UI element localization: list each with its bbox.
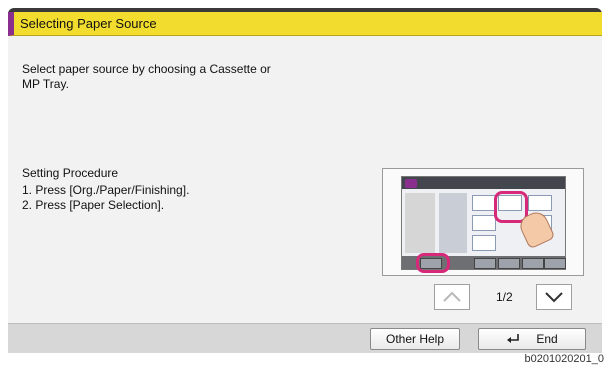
screen-button	[544, 258, 566, 269]
intro-text: Select paper source by choosing a Casset…	[22, 62, 271, 91]
touch-panel-screen	[401, 176, 566, 273]
screen-button	[522, 258, 544, 269]
highlight-org-paper-finishing	[416, 253, 450, 273]
page-down-button[interactable]	[536, 284, 572, 310]
screen-button	[498, 258, 520, 269]
screen-tile	[472, 215, 496, 231]
image-code: b0201020201_0	[524, 353, 604, 365]
title-bar: Selecting Paper Source	[8, 12, 602, 36]
screen-settings-panel	[439, 193, 467, 253]
procedure-heading: Setting Procedure	[22, 166, 119, 180]
help-content: Select paper source by choosing a Casset…	[8, 36, 602, 323]
procedure-steps: 1. Press [Org./Paper/Finishing]. 2. Pres…	[22, 183, 189, 213]
window-title: Selecting Paper Source	[20, 16, 157, 31]
screen-logo-icon	[405, 179, 417, 188]
page-up-button[interactable]	[434, 284, 470, 310]
screen-tile	[472, 235, 496, 251]
screen-tile	[472, 195, 496, 211]
page-indicator: 1/2	[496, 290, 513, 304]
screen-header	[402, 177, 565, 189]
procedure-step: 1. Press [Org./Paper/Finishing].	[22, 183, 190, 197]
screen-tile	[528, 195, 552, 211]
end-button[interactable]: End	[478, 328, 586, 350]
chevron-up-icon	[443, 291, 461, 302]
footer-bar: Other Help End	[8, 323, 602, 353]
other-help-label: Other Help	[385, 332, 445, 346]
procedure-step: 2. Press [Paper Selection].	[22, 198, 165, 212]
end-label: End	[536, 332, 558, 346]
other-help-button[interactable]: Other Help	[370, 328, 460, 350]
chevron-down-icon	[545, 292, 563, 303]
preview-illustration	[382, 168, 584, 276]
enter-return-icon	[507, 334, 520, 343]
screen-button	[474, 258, 496, 269]
screen-left-panel	[405, 193, 435, 253]
